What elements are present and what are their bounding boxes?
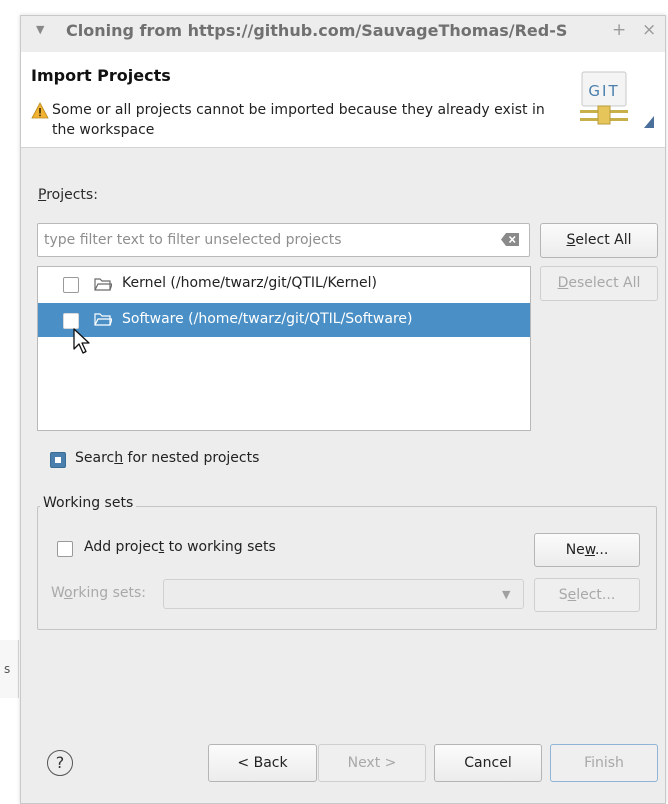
projects-label: Projects:	[38, 187, 98, 203]
next-button[interactable]: Next >	[318, 744, 426, 782]
project-label-software: Software (/home/twarz/git/QTIL/Software)	[122, 311, 413, 327]
working-sets-combo[interactable]	[163, 579, 524, 609]
git-logo-text: GIT	[588, 82, 619, 100]
chevron-down-icon[interactable]: ▼	[502, 588, 510, 601]
help-icon[interactable]: ?	[47, 750, 73, 776]
background-panel-edge: s	[0, 640, 19, 698]
folder-icon	[94, 313, 112, 326]
filter-input[interactable]	[44, 230, 484, 250]
mouse-pointer-icon	[73, 328, 90, 354]
warning-icon	[31, 102, 49, 119]
page-title: Import Projects	[31, 66, 171, 85]
new-working-set-button[interactable]: New...	[534, 533, 640, 567]
clear-filter-icon[interactable]	[500, 232, 520, 247]
maximize-icon[interactable]: +	[612, 20, 626, 40]
select-all-button[interactable]: Select All	[540, 223, 658, 258]
search-nested-label[interactable]: Search for nested projects	[75, 450, 259, 466]
back-button[interactable]: < Back	[208, 744, 317, 782]
select-working-sets-button[interactable]: Select...	[534, 578, 640, 612]
window-title: Cloning from https://github.com/SauvageT…	[66, 21, 568, 40]
add-to-working-sets-checkbox[interactable]	[57, 541, 73, 557]
working-sets-label: Working sets:	[51, 585, 146, 601]
finish-button[interactable]: Finish	[550, 744, 658, 782]
window-menu-icon[interactable]: ▼	[36, 23, 44, 36]
working-sets-title: Working sets	[40, 495, 137, 511]
search-nested-checkbox[interactable]	[50, 452, 66, 468]
background-fragment-text: s	[4, 662, 11, 676]
close-icon[interactable]: ×	[642, 20, 656, 40]
add-to-working-sets-label[interactable]: Add project to working sets	[84, 539, 276, 555]
git-logo-icon: GIT	[580, 71, 654, 128]
filter-input-box[interactable]	[37, 223, 530, 257]
folder-icon	[94, 278, 112, 291]
deselect-all-button[interactable]: Deselect All	[540, 266, 658, 301]
cancel-button[interactable]: Cancel	[434, 744, 542, 782]
project-label-kernel: Kernel (/home/twarz/git/QTIL/Kernel)	[122, 275, 378, 291]
warning-message: Some or all projects cannot be imported …	[52, 102, 545, 138]
project-checkbox-kernel[interactable]	[63, 277, 79, 293]
